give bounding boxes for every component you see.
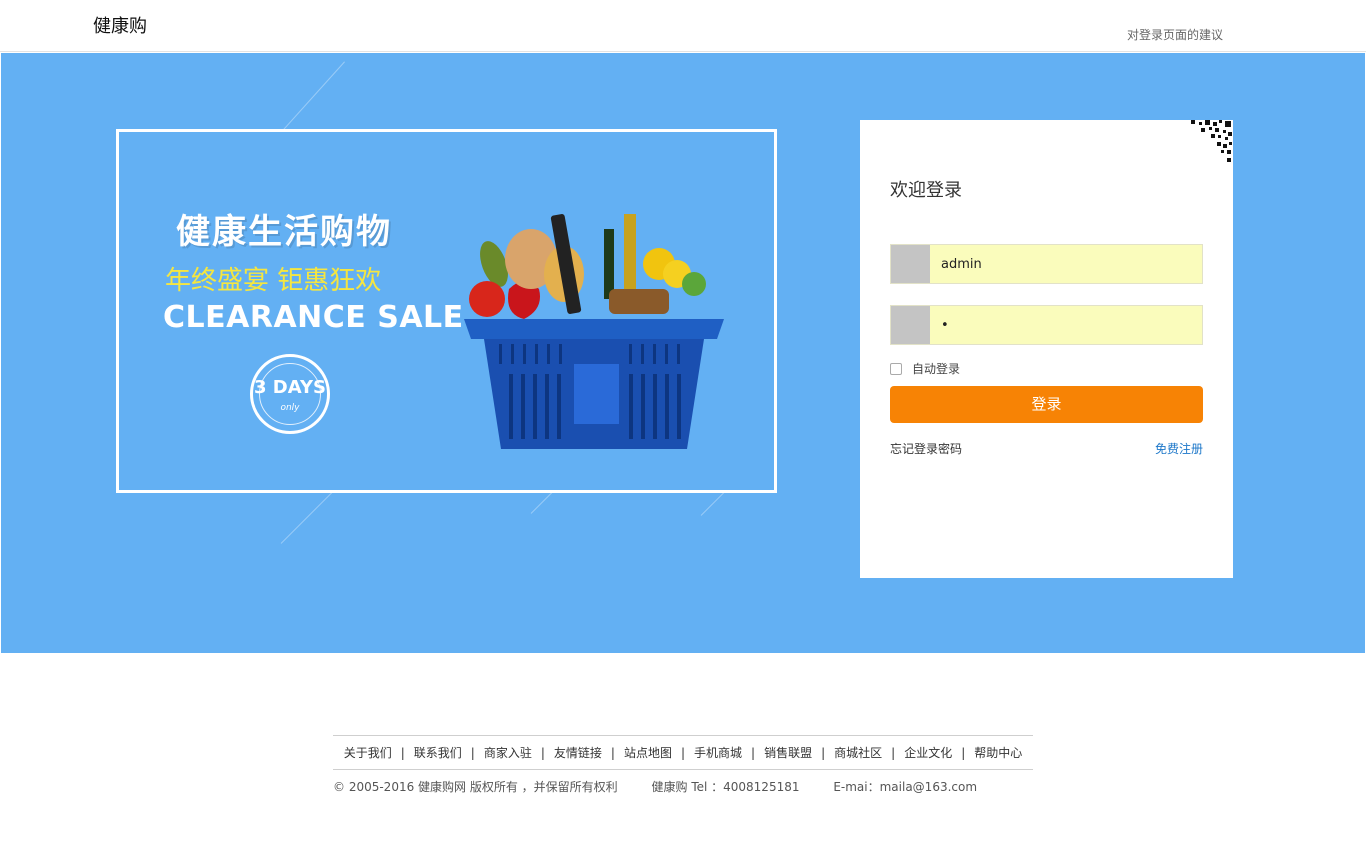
contact-email: E-mai：maila@163.com (833, 780, 978, 794)
footer-link-sitemap[interactable]: 站点地图 (624, 744, 672, 761)
footer-link-community[interactable]: 商城社区 (834, 744, 882, 761)
suggest-link[interactable]: 对登录页面的建议 (1127, 26, 1223, 43)
footer-link-culture[interactable]: 企业文化 (904, 744, 952, 761)
separator: | (400, 745, 405, 760)
separator: | (540, 745, 545, 760)
footer-link-friends[interactable]: 友情链接 (554, 744, 602, 761)
separator: | (821, 745, 826, 760)
auto-login-label: 自动登录 (912, 362, 961, 376)
lock-icon (891, 306, 930, 344)
hero-banner: 健康生活购物 年终盛宴 钜惠狂欢 CLEARANCE SALE 3 DAYS o… (1, 53, 1365, 653)
footer-copyright: © 2005-2016 健康购网 版权所有 ，并保留所有权利 健康购 Tel ：… (333, 778, 1007, 795)
copyright-text: © 2005-2016 健康购网 版权所有 ，并保留所有权利 (333, 780, 618, 794)
qr-code-icon[interactable] (1185, 120, 1233, 168)
contact-tel: 健康购 Tel ：4008125181 (651, 780, 800, 794)
login-panel: 欢迎登录 自动登录 登录 忘记登录密码 免费注册 (860, 120, 1233, 578)
separator: | (680, 745, 686, 760)
forgot-password-link[interactable]: 忘记登录密码 (890, 440, 962, 457)
footer-link-affiliate[interactable]: 销售联盟 (764, 744, 812, 761)
footer-link-help[interactable]: 帮助中心 (974, 744, 1022, 761)
site-header: 健康购 对登录页面的建议 (0, 0, 1366, 52)
login-button[interactable]: 登录 (890, 386, 1203, 423)
stamp-days: 3 DAYS (254, 377, 326, 398)
stamp-only: only (280, 403, 300, 413)
register-link[interactable]: 免费注册 (1155, 440, 1203, 457)
decor-line (280, 486, 338, 544)
promo-title: 健康生活购物 (176, 212, 392, 252)
separator: | (610, 745, 615, 760)
username-input[interactable] (931, 245, 1201, 283)
separator: | (751, 745, 756, 760)
footer-nav: 关于我们 | 联系我们 | 商家入驻 | 友情链接 | 站点地图 | 手机商城 | 销售联盟… (333, 735, 1033, 770)
limited-time-stamp: 3 DAYS only (250, 354, 330, 434)
promo-subtitle: 年终盛宴 钜惠狂欢 (165, 266, 382, 296)
site-logo[interactable]: 健康购 (93, 12, 147, 38)
footer-link-contact[interactable]: 联系我们 (414, 744, 462, 761)
auto-login-checkbox[interactable] (890, 362, 902, 375)
shopping-basket-image (464, 214, 724, 449)
promo-card[interactable]: 健康生活购物 年终盛宴 钜惠狂欢 CLEARANCE SALE 3 DAYS o… (116, 129, 777, 493)
username-field[interactable] (890, 244, 1203, 284)
footer-link-about[interactable]: 关于我们 (344, 744, 392, 761)
footer-link-merchant[interactable]: 商家入驻 (484, 744, 532, 761)
promo-sale-text: CLEARANCE SALE (163, 300, 464, 335)
auto-login-option[interactable]: 自动登录 (890, 360, 960, 377)
login-title: 欢迎登录 (890, 180, 962, 201)
password-field[interactable] (890, 305, 1203, 345)
separator: | (891, 745, 896, 760)
password-input[interactable] (931, 306, 1201, 344)
separator: | (470, 745, 475, 760)
user-icon (891, 245, 930, 283)
separator: | (961, 745, 966, 760)
footer-link-mobile[interactable]: 手机商城 (694, 744, 742, 761)
